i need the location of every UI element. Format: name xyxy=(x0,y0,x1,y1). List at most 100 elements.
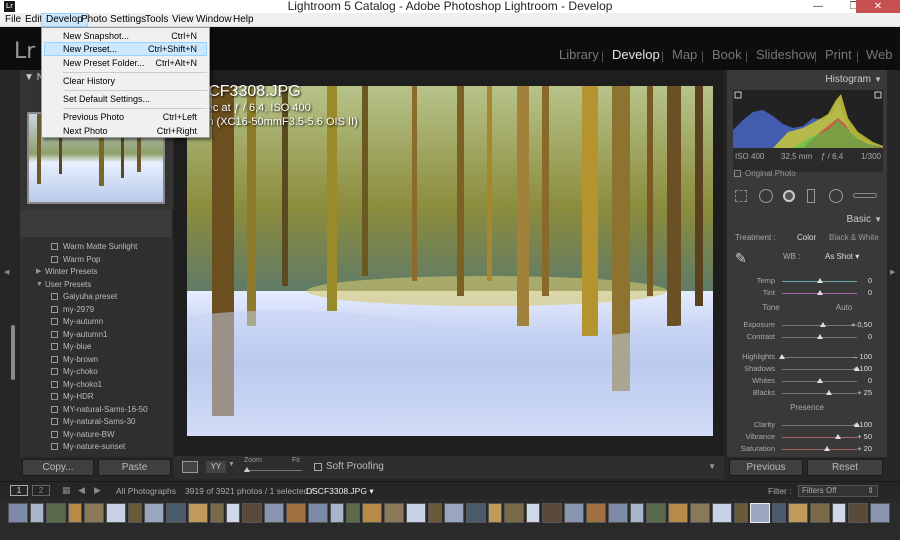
slider-knob[interactable] xyxy=(824,446,830,451)
adjustment-brush-icon[interactable] xyxy=(853,193,877,198)
filmstrip-selected-file[interactable]: DSCF3308.JPG ▾ xyxy=(306,486,374,497)
slider-track[interactable] xyxy=(782,369,857,370)
filmstrip-thumbnail[interactable] xyxy=(144,503,164,523)
filmstrip-thumbnail[interactable] xyxy=(586,503,606,523)
slider-knob[interactable] xyxy=(816,290,823,295)
slider-value[interactable]: + 100 xyxy=(853,419,872,431)
slider-track[interactable] xyxy=(782,449,857,450)
before-after-view-button[interactable]: YY xyxy=(206,461,226,473)
filmstrip-thumbnail[interactable] xyxy=(690,503,710,523)
filmstrip-thumbnail[interactable] xyxy=(106,503,126,523)
preset-folder[interactable]: ▶ Winter Presets xyxy=(20,266,173,278)
slider-value[interactable]: + 20 xyxy=(857,443,872,455)
filmstrip-thumbnail[interactable] xyxy=(526,503,540,523)
module-web[interactable]: Web xyxy=(866,47,893,62)
spot-removal-icon[interactable] xyxy=(759,189,773,203)
filmstrip-thumbnail[interactable] xyxy=(488,503,502,523)
filmstrip-thumbnail[interactable] xyxy=(308,503,328,523)
menu-item-new-snapshot[interactable]: New Snapshot... Ctrl+N xyxy=(44,29,207,43)
slider-clarity[interactable]: Clarity + 100 xyxy=(727,419,887,431)
filmstrip-thumbnail[interactable] xyxy=(564,503,584,523)
filmstrip-thumbnail[interactable] xyxy=(128,503,142,523)
filmstrip-thumbnail[interactable] xyxy=(264,503,284,523)
previous-settings-button[interactable]: Previous xyxy=(729,459,803,476)
filmstrip-thumbnail[interactable] xyxy=(330,503,344,523)
slider-highlights[interactable]: Highlights – 100 xyxy=(727,351,887,363)
preset-item[interactable]: My-nature-sunset xyxy=(20,441,173,453)
filmstrip-thumbnail[interactable] xyxy=(406,503,426,523)
crop-tool-icon[interactable] xyxy=(735,190,747,202)
module-library[interactable]: Library xyxy=(559,47,599,62)
graduated-filter-icon[interactable] xyxy=(807,189,815,203)
filmstrip-thumbnail[interactable] xyxy=(84,503,104,523)
slider-track[interactable] xyxy=(782,357,857,358)
menu-item-new-preset[interactable]: New Preset... Ctrl+Shift+N xyxy=(44,42,207,56)
filmstrip-thumbnail[interactable] xyxy=(870,503,890,523)
filmstrip-thumbnail[interactable] xyxy=(630,503,644,523)
preset-item[interactable]: My-blue xyxy=(20,341,173,353)
treatment-color-option[interactable]: Color xyxy=(797,233,816,242)
close-button[interactable]: ✕ xyxy=(856,0,900,13)
preset-item[interactable]: My-HDR xyxy=(20,391,173,403)
slider-vibrance[interactable]: Vibrance + 50 xyxy=(727,431,887,443)
main-photo[interactable] xyxy=(187,86,713,436)
slider-knob[interactable] xyxy=(835,434,842,439)
preset-item[interactable]: My-nature-BW xyxy=(20,429,173,441)
left-panel-toggle-icon[interactable]: ◀ xyxy=(4,268,9,276)
filmstrip-thumbnail[interactable] xyxy=(30,503,44,523)
slider-value[interactable]: 0 xyxy=(868,287,872,299)
filmstrip-thumbnail[interactable] xyxy=(286,503,306,523)
preset-item[interactable]: My-autumn xyxy=(20,316,173,328)
slider-value[interactable]: 0 xyxy=(868,275,872,287)
slider-knob[interactable] xyxy=(820,322,827,327)
preset-item[interactable]: My-choko xyxy=(20,366,173,378)
module-map[interactable]: Map xyxy=(672,47,697,62)
filmstrip-thumbnail[interactable] xyxy=(750,503,770,523)
histogram-header[interactable]: Histogram ▼ xyxy=(727,72,887,87)
slider-contrast[interactable]: Contrast 0 xyxy=(727,331,887,343)
toolbar-options-icon[interactable]: ▼ xyxy=(708,462,716,471)
slider-value[interactable]: 0 xyxy=(868,375,872,387)
preset-item[interactable]: my-2979 xyxy=(20,304,173,316)
treatment-bw-option[interactable]: Black & White xyxy=(829,233,879,242)
window-2-button[interactable]: 2 xyxy=(32,485,50,496)
minimize-button[interactable]: — xyxy=(804,0,832,13)
filmstrip-thumbnail[interactable] xyxy=(428,503,442,523)
slider-temp[interactable]: Temp 0 xyxy=(727,275,887,287)
slider-knob[interactable] xyxy=(825,390,832,395)
grid-view-icon[interactable]: ▦ xyxy=(62,485,71,496)
preset-item[interactable]: My-brown xyxy=(20,354,173,366)
filmstrip-thumbnail[interactable] xyxy=(832,503,846,523)
filmstrip-thumbnail[interactable] xyxy=(772,503,786,523)
slider-knob[interactable] xyxy=(816,378,823,383)
filmstrip-thumbnail[interactable] xyxy=(712,503,732,523)
filmstrip-thumbnail[interactable] xyxy=(166,503,186,523)
original-photo-checkbox[interactable] xyxy=(734,170,741,177)
filmstrip-thumbnail[interactable] xyxy=(608,503,628,523)
preset-item[interactable]: Warm Matte Sunlight xyxy=(20,241,173,253)
menu-item-set-default-settings[interactable]: Set Default Settings... xyxy=(44,92,207,106)
slider-track[interactable] xyxy=(782,393,857,394)
filmstrip-thumbnail[interactable] xyxy=(8,503,28,523)
tone-auto-button[interactable]: Auto xyxy=(764,303,900,312)
window-1-button[interactable]: 1 xyxy=(10,485,28,496)
filmstrip-thumbnail[interactable] xyxy=(734,503,748,523)
slider-track[interactable] xyxy=(782,437,857,438)
slider-knob[interactable] xyxy=(779,354,785,359)
slider-knob[interactable] xyxy=(816,278,823,283)
slider-track[interactable] xyxy=(782,425,857,426)
slider-value[interactable]: + 100 xyxy=(853,363,872,375)
module-slideshow[interactable]: Slideshow xyxy=(756,47,815,62)
slider-shadows[interactable]: Shadows + 100 xyxy=(727,363,887,375)
preset-item[interactable]: My-choko1 xyxy=(20,379,173,391)
slider-value[interactable]: 0 xyxy=(868,331,872,343)
loupe-view-icon[interactable] xyxy=(182,461,198,473)
back-arrow-icon[interactable]: ◀ xyxy=(78,485,85,496)
filmstrip-thumbnail[interactable] xyxy=(668,503,688,523)
preset-item[interactable]: Gaiyuha preset xyxy=(20,291,173,303)
module-print[interactable]: Print xyxy=(825,47,852,62)
red-eye-icon[interactable] xyxy=(783,190,795,202)
slider-tint[interactable]: Tint 0 xyxy=(727,287,887,299)
slider-value[interactable]: + 25 xyxy=(857,387,872,399)
filmstrip-thumbnail[interactable] xyxy=(646,503,666,523)
